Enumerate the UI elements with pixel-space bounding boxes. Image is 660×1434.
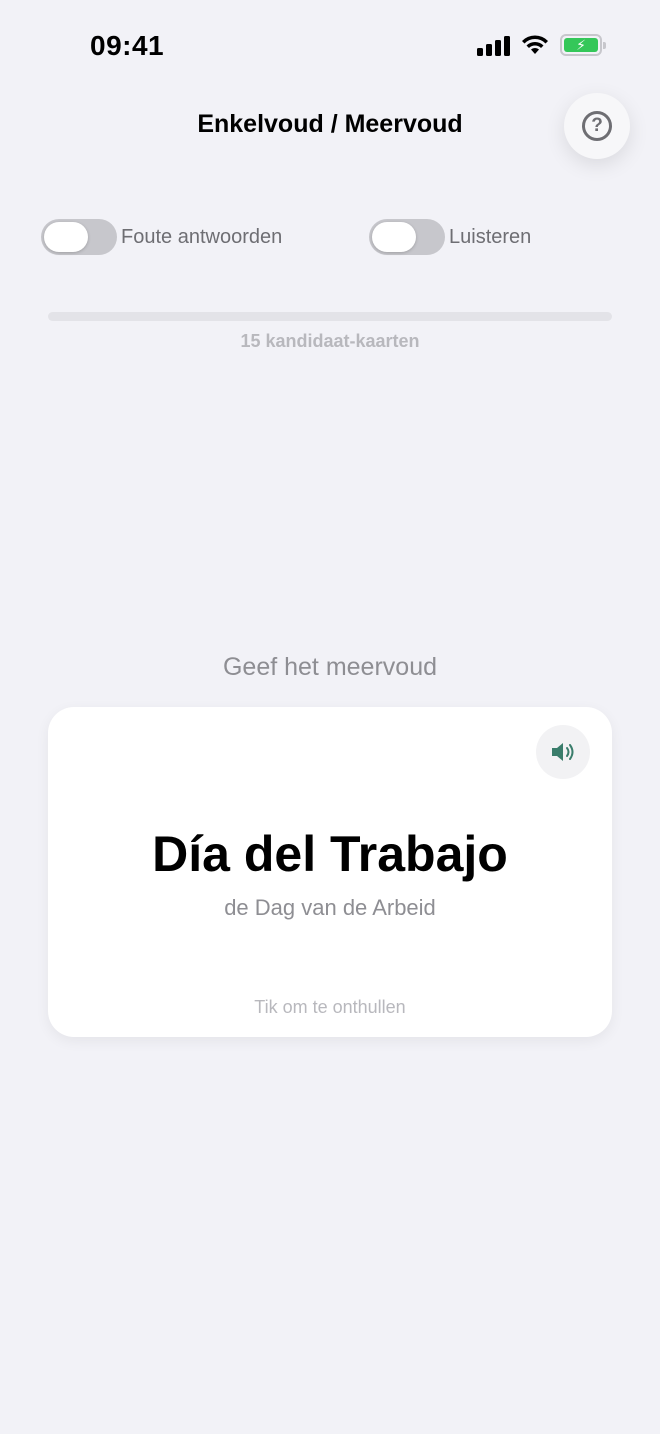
speaker-button[interactable] (536, 725, 590, 779)
wifi-icon (522, 35, 548, 54)
progress-label: 15 kandidaat-kaarten (240, 331, 420, 351)
card-word: Día del Trabajo (152, 826, 508, 882)
card-translation: de Dag van de Arbeid (224, 895, 436, 920)
status-time: 09:41 (90, 30, 165, 61)
question-circle-icon: ? (582, 111, 612, 141)
toggle-wrong-answers-row: Foute antwoorden (41, 219, 282, 255)
help-symbol: ? (591, 115, 603, 136)
help-button[interactable]: ? (564, 93, 630, 159)
battery-fill: ⚡ (564, 38, 598, 52)
status-icons: ⚡ (477, 34, 606, 56)
toggle-listen-row: Luisteren (369, 219, 531, 255)
speaker-icon (552, 743, 574, 761)
page-title: Enkelvoud / Meervoud (197, 110, 463, 138)
battery-charging-icon: ⚡ (560, 34, 606, 56)
reveal-hint: Tik om te onthullen (254, 997, 406, 1017)
progress-bar (48, 312, 612, 321)
wrong-answers-label: Foute antwoorden (121, 225, 283, 248)
wrong-answers-toggle[interactable] (41, 219, 117, 255)
listen-label: Luisteren (449, 225, 532, 248)
question-prompt: Geef het meervoud (222, 653, 437, 681)
flashcard[interactable]: Día del Trabajo de Dag van de Arbeid Tik… (48, 707, 612, 1037)
signal-icon (477, 34, 510, 56)
listen-toggle[interactable] (369, 219, 445, 255)
